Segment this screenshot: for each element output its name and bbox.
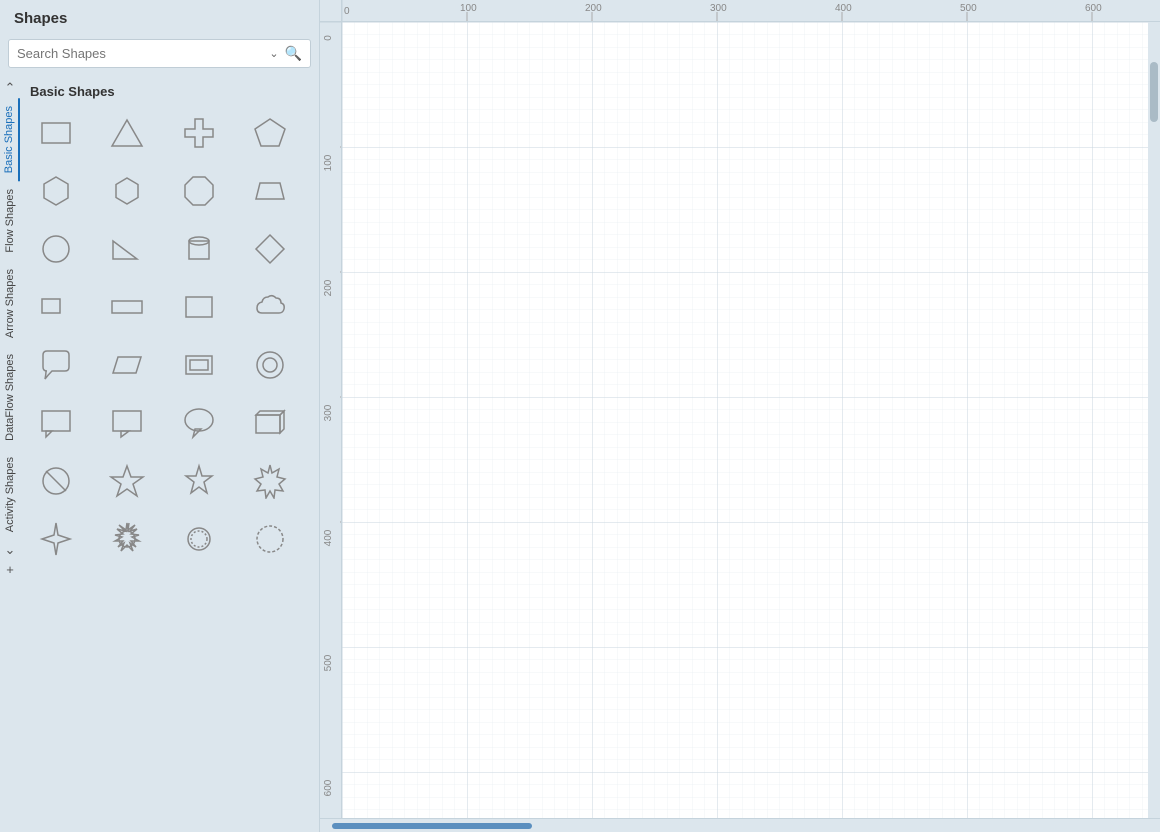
scrollbar-right[interactable] <box>1148 22 1160 818</box>
tab-basic-shapes[interactable]: Basic Shapes <box>0 98 20 181</box>
canvas-top: 0 100 200 300 400 500 600 <box>320 0 1160 22</box>
shape-wide-rect[interactable] <box>101 281 153 333</box>
collapse-down-button[interactable]: ⌄ <box>0 540 20 560</box>
panel-body: ⌃ Basic Shapes Flow Shapes Arrow Shapes … <box>0 74 319 832</box>
shape-trapezoid[interactable] <box>244 165 296 217</box>
search-dropdown-icon[interactable]: ⌄ <box>269 47 278 60</box>
svg-text:200: 200 <box>585 3 602 14</box>
ruler-top: 0 100 200 300 400 500 600 <box>342 0 1160 22</box>
shape-callout-thought[interactable] <box>30 339 82 391</box>
shape-callout-rect[interactable] <box>30 397 82 449</box>
shape-parallelogram[interactable] <box>101 339 153 391</box>
shape-star6[interactable] <box>173 455 225 507</box>
shape-star4[interactable] <box>30 513 82 565</box>
svg-text:600: 600 <box>323 779 334 796</box>
shape-display[interactable] <box>173 339 225 391</box>
svg-text:300: 300 <box>710 3 727 14</box>
shape-hexagon-small[interactable] <box>30 165 82 217</box>
main-container: Shapes ⌄ 🔍 ⌃ Basic Shapes Flow Shapes Ar… <box>0 0 1160 832</box>
ruler-top-svg: 0 100 200 300 400 500 600 <box>342 0 1160 22</box>
canvas-grid[interactable] <box>342 22 1148 818</box>
svg-text:100: 100 <box>460 3 477 14</box>
shape-rectangle[interactable] <box>30 107 82 159</box>
shape-callout-round[interactable] <box>173 397 225 449</box>
ruler-left-svg: 0 100 200 300 400 500 600 <box>320 22 342 818</box>
shape-right-triangle[interactable] <box>101 223 153 275</box>
vertical-tabs: ⌃ Basic Shapes Flow Shapes Arrow Shapes … <box>0 74 20 832</box>
svg-text:400: 400 <box>835 3 852 14</box>
tab-dataflow-shapes[interactable]: DataFlow Shapes <box>1 346 19 449</box>
left-panel: Shapes ⌄ 🔍 ⌃ Basic Shapes Flow Shapes Ar… <box>0 0 320 832</box>
scrollbar-right-thumb[interactable] <box>1150 62 1158 122</box>
shape-diamond[interactable] <box>244 223 296 275</box>
shape-box-3d[interactable] <box>244 397 296 449</box>
search-bar: ⌄ 🔍 <box>8 39 311 68</box>
shape-star5[interactable] <box>101 455 153 507</box>
shapes-content: Basic Shapes <box>20 74 319 832</box>
canvas-area: 0 100 200 300 400 500 600 <box>320 0 1160 832</box>
shape-cloud[interactable] <box>244 281 296 333</box>
svg-text:0: 0 <box>323 35 334 41</box>
svg-text:600: 600 <box>1085 3 1102 14</box>
scrollbar-bottom-thumb[interactable] <box>332 823 532 829</box>
shape-sunburst2[interactable] <box>173 513 225 565</box>
shape-small-rect[interactable] <box>30 281 82 333</box>
panel-title: Shapes <box>0 0 319 35</box>
shape-triangle[interactable] <box>101 107 153 159</box>
shape-ring[interactable] <box>244 513 296 565</box>
canvas-bottom <box>320 818 1160 832</box>
tab-arrow-shapes[interactable]: Arrow Shapes <box>1 261 19 346</box>
section-title: Basic Shapes <box>26 78 313 105</box>
shape-octagon[interactable] <box>173 165 225 217</box>
shape-cross[interactable] <box>173 107 225 159</box>
scrollbar-bottom[interactable] <box>320 818 1160 832</box>
shape-tall-rect[interactable] <box>173 281 225 333</box>
shape-circle[interactable] <box>30 223 82 275</box>
shape-hexagon-medium[interactable] <box>101 165 153 217</box>
tab-flow-shapes[interactable]: Flow Shapes <box>1 181 19 261</box>
canvas-main: 0 100 200 300 400 500 600 <box>320 22 1160 818</box>
ruler-left: 0 100 200 300 400 500 600 <box>320 22 342 818</box>
shape-pentagon[interactable] <box>244 107 296 159</box>
search-icon[interactable]: 🔍 <box>285 45 302 62</box>
shape-cylinder[interactable] <box>173 223 225 275</box>
svg-text:100: 100 <box>323 154 334 171</box>
tab-activity-shapes[interactable]: Activity Shapes <box>1 449 19 540</box>
shape-no-symbol[interactable] <box>30 455 82 507</box>
ruler-corner <box>320 0 342 22</box>
shape-callout-speech[interactable] <box>101 397 153 449</box>
svg-text:200: 200 <box>323 279 334 296</box>
svg-text:300: 300 <box>323 404 334 421</box>
svg-text:500: 500 <box>960 3 977 14</box>
shape-star7[interactable] <box>244 455 296 507</box>
canvas-grid-svg <box>342 22 1148 818</box>
svg-text:400: 400 <box>323 529 334 546</box>
shape-sunburst[interactable] <box>101 513 153 565</box>
add-shapes-button[interactable]: + <box>0 560 20 580</box>
shapes-grid <box>26 105 313 567</box>
search-input[interactable] <box>17 46 269 61</box>
svg-text:500: 500 <box>323 654 334 671</box>
svg-text:0: 0 <box>344 6 350 17</box>
shape-bullseye[interactable] <box>244 339 296 391</box>
collapse-up-button[interactable]: ⌃ <box>0 78 20 98</box>
